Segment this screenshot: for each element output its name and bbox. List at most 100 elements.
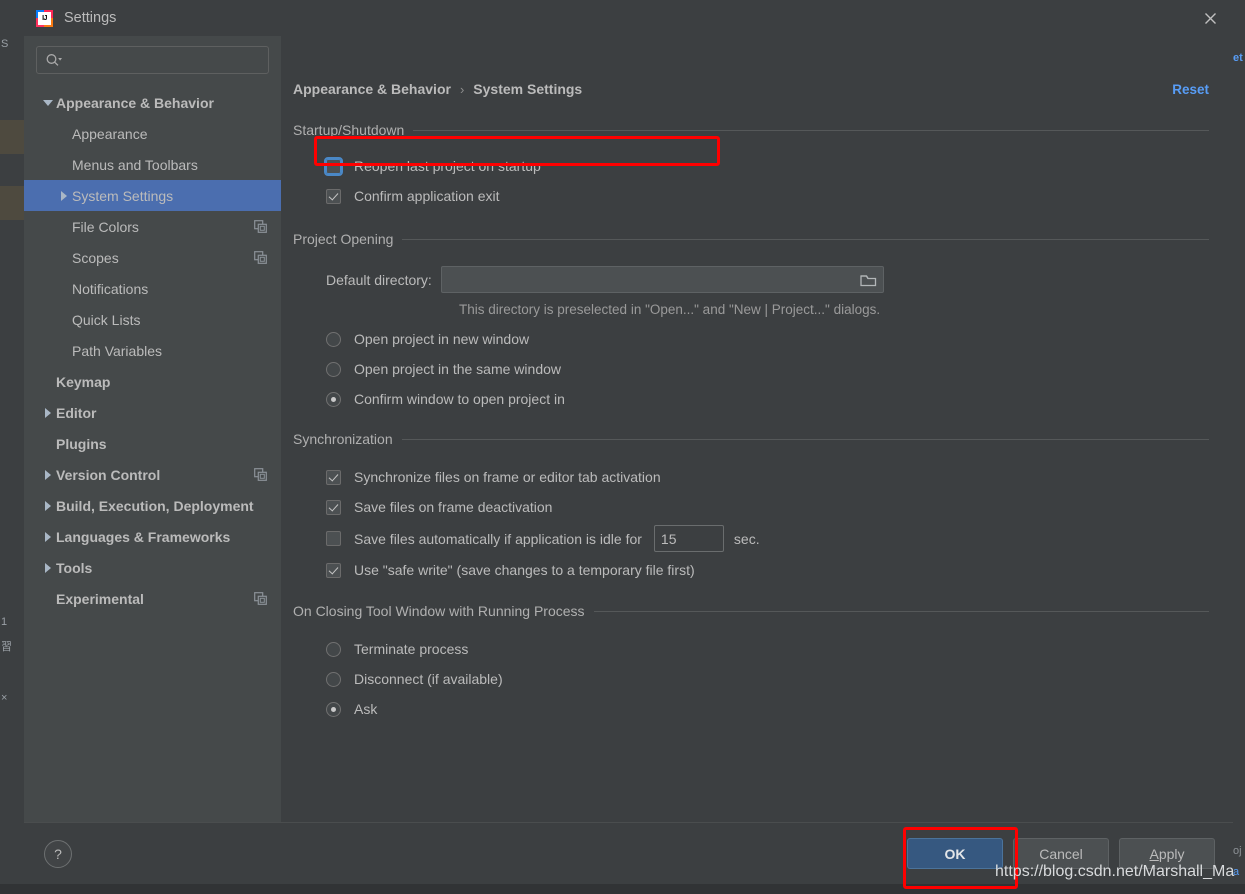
logo-text: IJ: [38, 11, 51, 25]
sidebar-item-experimental[interactable]: Experimental: [24, 583, 281, 614]
sidebar-item-label: Languages & Frameworks: [56, 528, 231, 545]
checkbox-row-sync-on-activation[interactable]: Synchronize files on frame or editor tab…: [326, 469, 1209, 485]
chevron-right-icon[interactable]: [40, 562, 56, 573]
project-opening-radio[interactable]: [326, 361, 341, 377]
sidebar-item-file-colors[interactable]: File Colors: [24, 211, 281, 242]
breadcrumb-parent[interactable]: Appearance & Behavior: [293, 81, 451, 97]
project-opening-option-row[interactable]: Open project in new window: [326, 331, 1209, 347]
sidebar-item-appearance-behavior[interactable]: Appearance & Behavior: [24, 87, 281, 118]
autosave-when-idle-checkbox[interactable]: [326, 531, 341, 546]
checkbox-row-save-on-deactivation[interactable]: Save files on frame deactivation: [326, 499, 1209, 515]
copy-icon[interactable]: [254, 592, 267, 605]
project-opening-option-row[interactable]: Confirm window to open project in: [326, 391, 1209, 407]
copy-icon[interactable]: [254, 251, 267, 264]
ok-button[interactable]: OK: [907, 838, 1003, 869]
chevron-right-icon[interactable]: [40, 531, 56, 542]
safe-write-label: Use "safe write" (save changes to a temp…: [354, 562, 695, 578]
sidebar-item-system-settings[interactable]: System Settings: [24, 180, 281, 211]
sidebar-item-notifications[interactable]: Notifications: [24, 273, 281, 304]
sidebar-item-scopes[interactable]: Scopes: [24, 242, 281, 273]
sidebar-item-languages-frameworks[interactable]: Languages & Frameworks: [24, 521, 281, 552]
project-opening-label: Confirm window to open project in: [354, 391, 565, 407]
reset-link[interactable]: Reset: [1172, 82, 1209, 97]
sidebar-item-label: Appearance: [72, 125, 148, 142]
chevron-right-icon[interactable]: [40, 500, 56, 511]
folder-icon[interactable]: [860, 273, 877, 287]
section-divider: [413, 129, 1209, 131]
sidebar-item-version-control[interactable]: Version Control: [24, 459, 281, 490]
section-header-startup: Startup/Shutdown: [293, 122, 1209, 138]
settings-tree: Appearance & Behavior Appearance Menus and…: [24, 87, 281, 614]
sidebar-item-editor[interactable]: Editor: [24, 397, 281, 428]
chevron-right-icon[interactable]: [40, 407, 56, 418]
closing-tool-window-option-row[interactable]: Ask: [326, 701, 1209, 717]
search-input[interactable]: [67, 52, 260, 68]
copy-icon[interactable]: [254, 468, 267, 481]
save-on-frame-deactivation-checkbox[interactable]: [326, 499, 341, 515]
default-directory-row: Default directory:: [326, 266, 1209, 293]
section-header-closing-tool-window: On Closing Tool Window with Running Proc…: [293, 603, 1209, 619]
closing-tool-window-option-row[interactable]: Terminate process: [326, 641, 1209, 657]
reopen-last-project-label: Reopen last project on startup: [354, 158, 541, 174]
project-opening-option-row[interactable]: Open project in the same window: [326, 361, 1209, 377]
sidebar-item-label: System Settings: [72, 187, 174, 204]
sidebar-item-quick-lists[interactable]: Quick Lists: [24, 304, 281, 335]
sidebar-item-label: Scopes: [72, 249, 119, 266]
project-opening-label: Open project in new window: [354, 331, 530, 347]
idle-seconds-input[interactable]: [653, 525, 724, 552]
close-icon[interactable]: [1187, 0, 1233, 36]
checkbox-row-reopen-last-project[interactable]: Reopen last project on startup: [324, 156, 1209, 176]
sidebar-item-label: Tools: [56, 559, 93, 576]
sidebar-item-label: Path Variables: [72, 342, 163, 359]
bg-tab: [0, 186, 24, 220]
closing-tool-window-radio[interactable]: [326, 701, 341, 717]
bg-text: oj: [1233, 845, 1242, 857]
copy-icon[interactable]: [254, 220, 267, 233]
project-opening-radio-group: Open project in new window Open project i…: [326, 331, 1209, 407]
default-directory-field[interactable]: [440, 266, 884, 293]
settings-content: Appearance & Behavior › System Settings …: [281, 36, 1233, 822]
project-opening-radio[interactable]: [326, 391, 341, 407]
sidebar-item-tools[interactable]: Tools: [24, 552, 281, 583]
sidebar-item-label: Experimental: [56, 590, 144, 607]
reopen-last-project-checkbox[interactable]: [324, 156, 343, 176]
confirm-application-exit-checkbox[interactable]: [326, 188, 341, 204]
sidebar-item-label: Build, Execution, Deployment: [56, 497, 254, 514]
closing-tool-window-label: Terminate process: [354, 641, 469, 657]
sync-files-on-activation-checkbox[interactable]: [326, 469, 341, 485]
window-title: Settings: [64, 10, 117, 26]
sidebar-item-plugins[interactable]: Plugins: [24, 428, 281, 459]
settings-sidebar: Appearance & Behavior Appearance Menus and…: [24, 36, 281, 822]
chevron-down-icon[interactable]: [40, 99, 56, 106]
safe-write-checkbox[interactable]: [326, 562, 341, 578]
breadcrumb-current: System Settings: [473, 81, 583, 97]
checkbox-row-autosave-idle[interactable]: Save files automatically if application …: [326, 525, 1209, 552]
help-button[interactable]: ?: [44, 839, 72, 868]
bg-text: ×: [1, 692, 8, 704]
sidebar-item-label: Plugins: [56, 435, 107, 452]
closing-tool-window-radio[interactable]: [326, 671, 341, 687]
confirm-application-exit-label: Confirm application exit: [354, 188, 500, 204]
search-wrapper: [24, 44, 281, 74]
checkbox-row-safe-write[interactable]: Use "safe write" (save changes to a temp…: [326, 562, 1209, 578]
project-opening-label: Open project in the same window: [354, 361, 561, 377]
default-directory-input[interactable]: [448, 272, 860, 287]
ide-background-right: et oj a: [1233, 0, 1245, 894]
sidebar-item-appearance[interactable]: Appearance: [24, 118, 281, 149]
checkbox-row-confirm-exit[interactable]: Confirm application exit: [326, 188, 1209, 204]
sidebar-item-path-variables[interactable]: Path Variables: [24, 335, 281, 366]
chevron-right-icon[interactable]: [40, 469, 56, 480]
sync-files-on-activation-label: Synchronize files on frame or editor tab…: [354, 469, 661, 485]
closing-tool-window-option-row[interactable]: Disconnect (if available): [326, 671, 1209, 687]
apply-mnemonic: A: [1149, 845, 1159, 862]
project-opening-radio[interactable]: [326, 331, 341, 347]
sidebar-item-build-execution-deployment[interactable]: Build, Execution, Deployment: [24, 490, 281, 521]
apply-rest: pply: [1158, 845, 1185, 862]
search-box[interactable]: [36, 46, 269, 74]
closing-tool-window-radio[interactable]: [326, 641, 341, 657]
sidebar-item-menus-and-toolbars[interactable]: Menus and Toolbars: [24, 149, 281, 180]
chevron-right-icon[interactable]: [56, 190, 72, 201]
breadcrumb-separator-icon: ›: [459, 81, 465, 97]
sidebar-item-keymap[interactable]: Keymap: [24, 366, 281, 397]
closing-tool-window-label: Disconnect (if available): [354, 671, 503, 687]
